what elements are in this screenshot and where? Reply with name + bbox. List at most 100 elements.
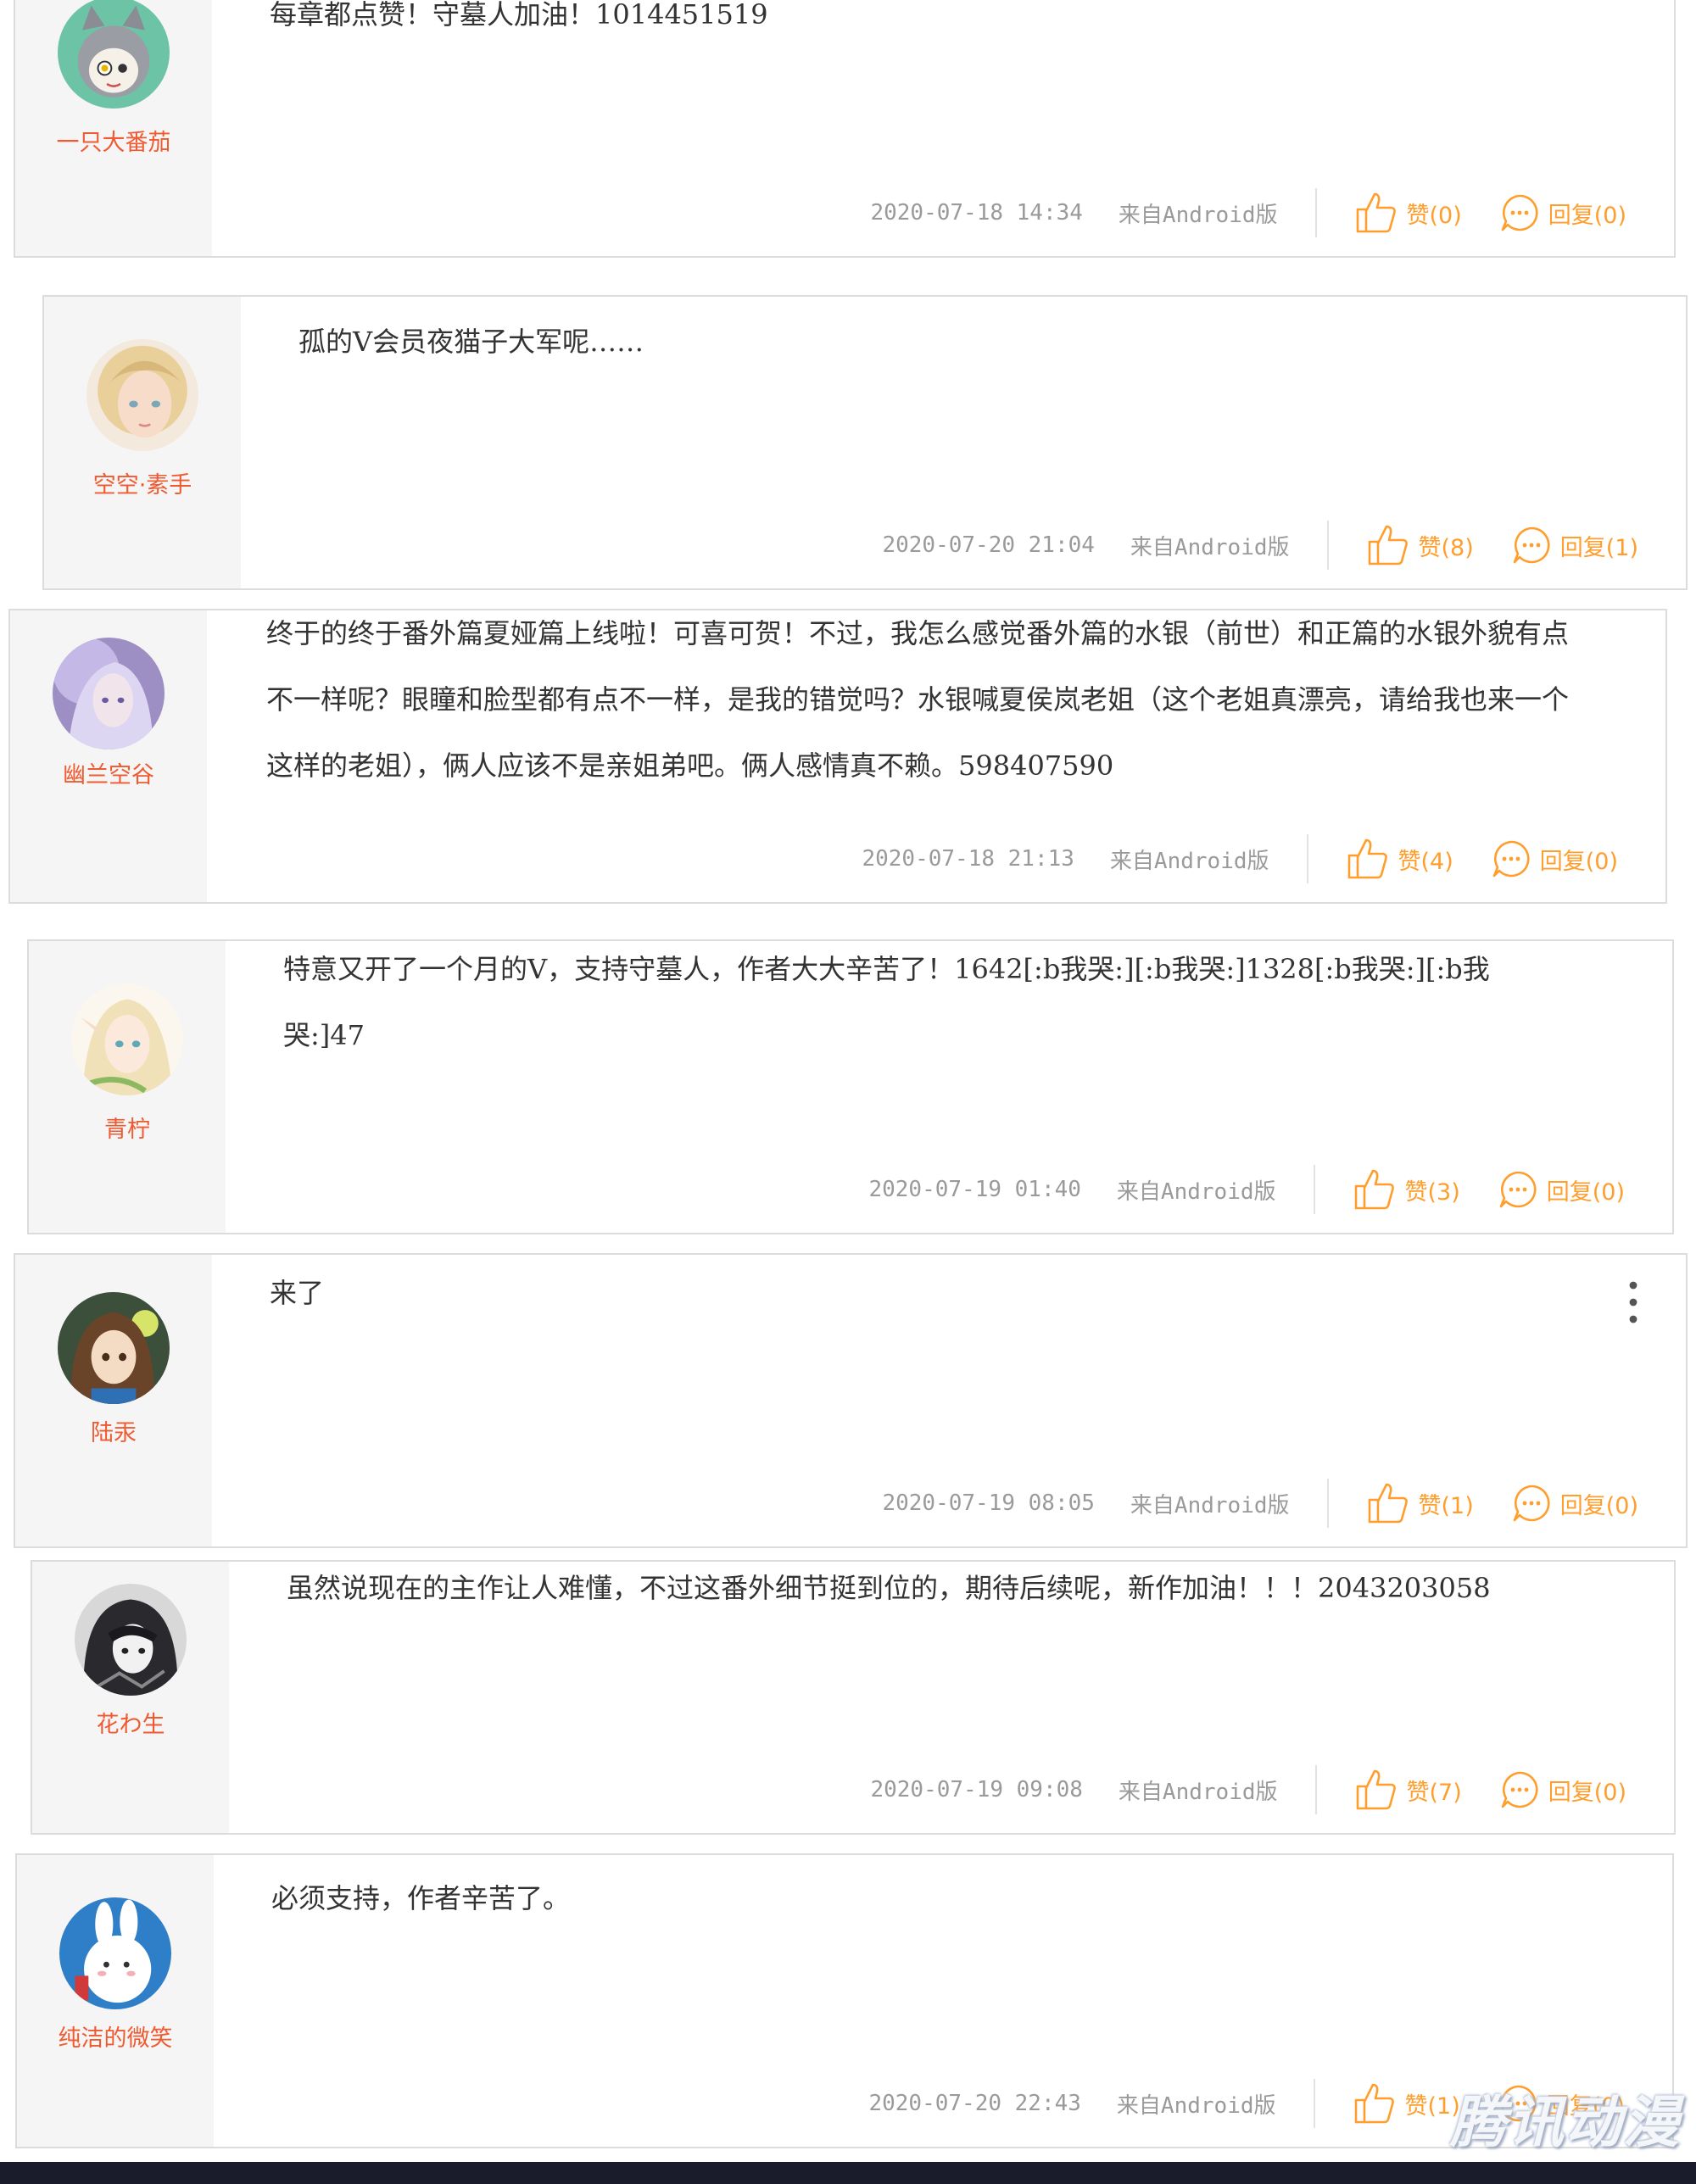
comment-author-panel: 一只大番茄 [15, 0, 212, 256]
comment-meta: 2020-07-18 14:34 来自Android版 赞(0) 回复(0) [870, 188, 1626, 237]
reply-bubble-icon [1501, 1771, 1538, 1808]
avatar[interactable] [58, 1292, 170, 1404]
comment-card: 花わ生 虽然说现在的主作让人难懂，不过这番外细节挺到位的，期待后续呢，新作加油！… [31, 1560, 1676, 1835]
comment-card: 幽兰空谷 终于的终于番外篇夏娅篇上线啦！可喜可贺！不过，我怎么感觉番外篇的水银（… [8, 609, 1667, 904]
comment-list: 一只大番茄 每章都点赞！守墓人加油！1014451519 2020-07-18 … [0, 0, 1696, 2184]
like-button[interactable]: 赞(0) [1354, 191, 1462, 235]
comment-meta: 2020-07-20 21:04 来自Android版 赞(8) 回复(1) [882, 521, 1638, 570]
avatar-blonde-girl-icon [86, 339, 198, 451]
comment-source: 来自Android版 [1118, 1779, 1278, 1805]
comment-date: 2020-07-18 21:13 [862, 846, 1074, 872]
comment-author-panel: 空空·素手 [44, 297, 241, 588]
avatar[interactable] [71, 983, 183, 1095]
reply-button[interactable]: 回复(1) [1511, 525, 1638, 566]
thumbs-up-icon [1354, 1169, 1394, 1210]
more-vertical-icon[interactable] [1625, 1279, 1642, 1326]
reply-count: 回复(0) [1548, 1779, 1626, 1806]
divider [1314, 1765, 1317, 1814]
avatar[interactable] [59, 1897, 171, 2009]
like-count: 赞(8) [1418, 534, 1474, 561]
comment-text: 特意又开了一个月的V，支持守墓人，作者大大辛苦了！1642[:b我哭:][:b我… [283, 953, 1490, 1051]
username[interactable]: 纯洁的微笑 [17, 2020, 214, 2053]
thumbs-up-icon [1356, 1769, 1396, 1810]
reply-bubble-icon [1513, 1485, 1550, 1522]
reply-button[interactable]: 回复(0) [1491, 838, 1618, 879]
comment-meta: 2020-07-18 21:13 来自Android版 赞(4) 回复(0) [862, 834, 1618, 883]
like-button[interactable]: 赞(1) [1353, 2081, 1460, 2126]
comment-text: 孤的V会员夜猫子大军呢…… [298, 326, 644, 358]
username[interactable]: 一只大番茄 [15, 124, 212, 157]
comment-author-panel: 花わ生 [32, 1562, 229, 1833]
comment-author-panel: 青柠 [29, 941, 226, 1233]
reply-bubble-icon [1501, 194, 1538, 231]
like-button[interactable]: 赞(3) [1353, 1167, 1460, 1212]
comment-date: 2020-07-20 22:43 [868, 2091, 1081, 2116]
reply-count: 回复(0) [1548, 202, 1626, 229]
divider [1313, 1165, 1315, 1214]
avatar[interactable] [86, 339, 198, 451]
like-count: 赞(1) [1418, 1492, 1474, 1519]
comment-card: 一只大番茄 每章都点赞！守墓人加油！1014451519 2020-07-18 … [14, 0, 1676, 258]
comment-meta: 2020-07-19 01:40 来自Android版 赞(3) 回复(0) [868, 1165, 1625, 1214]
like-button[interactable]: 赞(4) [1346, 837, 1453, 881]
like-count: 赞(4) [1398, 848, 1453, 875]
reply-button[interactable]: 回复(0) [1499, 1769, 1626, 1810]
username[interactable]: 幽兰空谷 [10, 756, 207, 789]
comment-source: 来自Android版 [1130, 534, 1290, 560]
comment-date: 2020-07-19 09:08 [870, 1777, 1083, 1802]
username[interactable]: 陆汞 [15, 1414, 212, 1447]
reply-bubble-icon [1492, 840, 1530, 878]
comment-card: 空空·素手 孤的V会员夜猫子大军呢…… 2020-07-20 21:04 来自A… [42, 295, 1688, 590]
avatar[interactable] [58, 0, 170, 109]
comment-source: 来自Android版 [1116, 1178, 1276, 1205]
like-count: 赞(0) [1406, 202, 1462, 229]
comment-text: 必须支持，作者辛苦了。 [271, 1882, 571, 1914]
like-button[interactable]: 赞(1) [1366, 1481, 1474, 1525]
comment-source: 来自Android版 [1116, 2092, 1276, 2119]
comment-meta: 2020-07-19 09:08 来自Android版 赞(7) 回复(0) [870, 1765, 1626, 1814]
comment-source: 来自Android版 [1109, 848, 1269, 874]
thumbs-up-icon [1354, 2083, 1394, 2124]
bottom-bar [0, 2162, 1696, 2184]
comment-card: 青柠 特意又开了一个月的V，支持守墓人，作者大大辛苦了！1642[:b我哭:][… [27, 939, 1674, 1234]
like-count: 赞(3) [1404, 1178, 1460, 1206]
divider [1306, 834, 1308, 883]
reply-count: 回复(0) [1546, 1178, 1625, 1206]
reply-count: 回复(1) [1559, 534, 1638, 561]
comment-date: 2020-07-20 21:04 [882, 532, 1095, 558]
reply-button[interactable]: 回复(0) [1498, 1169, 1625, 1210]
username[interactable]: 花わ生 [32, 1706, 229, 1739]
reply-bubble-icon [1499, 1171, 1537, 1208]
avatar[interactable] [53, 638, 165, 749]
comment-author-panel: 幽兰空谷 [10, 610, 207, 902]
comment-date: 2020-07-19 08:05 [882, 1490, 1095, 1516]
like-button[interactable]: 赞(7) [1354, 1768, 1462, 1812]
avatar[interactable] [75, 1584, 187, 1696]
thumbs-up-icon [1347, 838, 1387, 879]
thumbs-up-icon [1368, 1483, 1408, 1524]
username[interactable]: 青柠 [29, 1111, 226, 1144]
comment-text: 来了 [270, 1277, 325, 1309]
comment-card: 陆汞 来了 2020-07-19 08:05 来自Android版 赞(1) 回… [14, 1253, 1688, 1548]
reply-button[interactable]: 回复(0) [1499, 192, 1626, 233]
comment-date: 2020-07-19 01:40 [868, 1177, 1081, 1202]
avatar-brown-hair-icon [58, 1292, 170, 1404]
comment-source: 来自Android版 [1118, 202, 1278, 228]
reply-count: 回复(0) [1559, 1492, 1638, 1519]
comment-text: 终于的终于番外篇夏娅篇上线啦！可喜可贺！不过，我怎么感觉番外篇的水银（前世）和正… [266, 617, 1570, 782]
reply-button[interactable]: 回复(0) [1511, 1483, 1638, 1524]
divider [1314, 188, 1317, 237]
thumbs-up-icon [1356, 192, 1396, 233]
comment-card: 纯洁的微笑 必须支持，作者辛苦了。 2020-07-20 22:43 来自And… [15, 1853, 1674, 2148]
reply-count: 回复(0) [1539, 848, 1618, 875]
username[interactable]: 空空·素手 [44, 466, 241, 499]
avatar-purple-girl-icon [53, 638, 165, 749]
comment-author-panel: 纯洁的微笑 [17, 1855, 214, 2147]
avatar-elf-girl-icon [71, 983, 183, 1095]
comment-date: 2020-07-18 14:34 [870, 200, 1083, 226]
divider [1326, 1479, 1329, 1528]
avatar-white-rabbit-icon [59, 1897, 171, 2009]
like-button[interactable]: 赞(8) [1366, 523, 1474, 567]
comment-text: 虽然说现在的主作让人难懂，不过这番外细节挺到位的，期待后续呢，新作加油！！！20… [287, 1572, 1491, 1604]
avatar-dark-boy-icon [75, 1584, 187, 1696]
